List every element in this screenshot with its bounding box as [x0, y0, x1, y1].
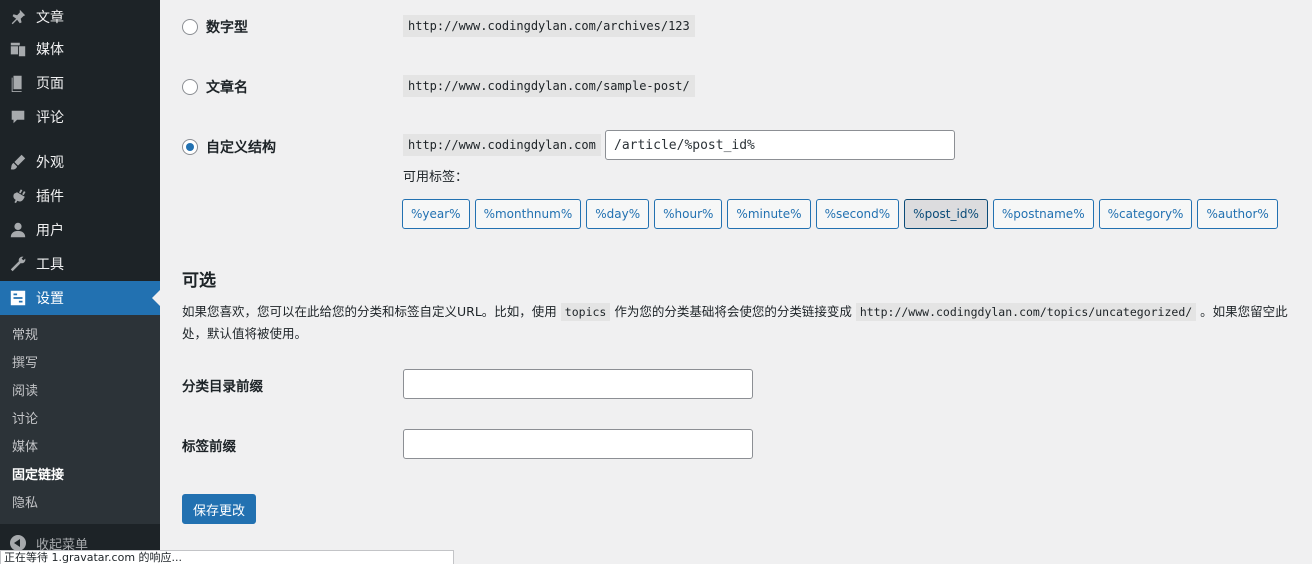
tag-button-post-id[interactable]: %post_id%: [904, 199, 988, 229]
option-custom-label: 自定义结构: [206, 140, 276, 156]
tag-base-label: 标签前缀: [182, 439, 236, 455]
desc-text-3: 。如果您留空此: [1200, 304, 1288, 319]
desc-code-url: http://www.codingdylan.com/topics/uncate…: [855, 303, 1197, 321]
brush-icon: [8, 152, 28, 172]
radio-numeric[interactable]: [182, 19, 198, 35]
option-numeric-label: 数字型: [206, 20, 248, 36]
sidebar-item-label: 插件: [36, 189, 64, 205]
media-icon: [8, 39, 28, 59]
settings-submenu: 常规 撰写 阅读 讨论 媒体 固定链接 隐私: [0, 315, 160, 524]
radio-custom[interactable]: [182, 139, 198, 155]
sidebar-item-appearance[interactable]: 外观: [0, 145, 160, 179]
optional-section-title: 可选: [182, 271, 216, 291]
tag-button-category[interactable]: %category%: [1098, 199, 1193, 229]
desc-text-2: 作为您的分类基础将会使您的分类链接变成: [614, 304, 852, 319]
custom-structure-input[interactable]: [605, 130, 955, 160]
page-icon: [8, 73, 28, 93]
tag-button-year[interactable]: %year%: [402, 199, 470, 229]
sidebar-item-pages[interactable]: 页面: [0, 66, 160, 100]
submenu-item-reading[interactable]: 阅读: [12, 382, 38, 402]
sidebar-item-label: 文章: [36, 10, 64, 26]
tag-button-author[interactable]: %author%: [1197, 199, 1278, 229]
sidebar-item-tools[interactable]: 工具: [0, 247, 160, 281]
option-numeric[interactable]: 数字型: [182, 17, 248, 37]
submenu-item-writing[interactable]: 撰写: [12, 354, 38, 374]
submenu-item-privacy[interactable]: 隐私: [12, 494, 38, 514]
desc-text-1: 如果您喜欢，您可以在此给您的分类和标签自定义URL。比如，使用: [182, 304, 557, 319]
option-postname-label: 文章名: [206, 80, 248, 96]
settings-icon: [8, 288, 28, 308]
example-url-numeric: http://www.codingdylan.com/archives/123: [403, 15, 695, 37]
available-tags: %year% %monthnum% %day% %hour% %minute% …: [402, 199, 1278, 229]
custom-base-url: http://www.codingdylan.com: [403, 134, 601, 156]
radio-postname[interactable]: [182, 79, 198, 95]
pin-icon: [8, 7, 28, 27]
sidebar-item-settings[interactable]: 设置: [0, 281, 160, 315]
sidebar-item-media[interactable]: 媒体: [0, 32, 160, 66]
sidebar-item-comments[interactable]: 评论: [0, 100, 160, 134]
sidebar-item-label: 评论: [36, 110, 64, 126]
submenu-item-permalinks[interactable]: 固定链接: [12, 466, 64, 486]
submenu-item-general[interactable]: 常规: [12, 326, 38, 346]
available-tags-label: 可用标签：: [403, 170, 469, 185]
wrench-icon: [8, 254, 28, 274]
desc-code-topics: topics: [560, 303, 611, 321]
collapse-icon: [10, 535, 26, 551]
sidebar-item-posts[interactable]: 文章: [0, 0, 160, 34]
optional-description-line2: 处，默认值将被使用。: [182, 326, 308, 341]
user-icon: [8, 220, 28, 240]
comment-icon: [8, 107, 28, 127]
plugin-icon: [8, 186, 28, 206]
sidebar-item-label: 媒体: [36, 42, 64, 58]
sidebar-item-label: 页面: [36, 76, 64, 92]
tag-button-hour[interactable]: %hour%: [654, 199, 723, 229]
option-postname[interactable]: 文章名: [182, 77, 248, 97]
browser-status-bar: 正在等待 1.gravatar.com 的响应...: [0, 550, 454, 564]
admin-sidebar: 文章 媒体 页面 评论 外观 插件 用户 工具 设置 常规 撰写 阅读 讨论 媒…: [0, 0, 160, 564]
tag-button-monthnum[interactable]: %monthnum%: [474, 199, 582, 229]
tag-base-input[interactable]: [403, 429, 753, 459]
tag-button-postname[interactable]: %postname%: [992, 199, 1094, 229]
optional-description: 如果您喜欢，您可以在此给您的分类和标签自定义URL。比如，使用 topics 作…: [182, 301, 1312, 323]
sidebar-item-users[interactable]: 用户: [0, 213, 160, 247]
tag-button-second[interactable]: %second%: [815, 199, 900, 229]
sidebar-item-label: 设置: [36, 291, 64, 307]
category-base-input[interactable]: [403, 369, 753, 399]
submenu-item-media[interactable]: 媒体: [12, 438, 38, 458]
tag-button-minute[interactable]: %minute%: [727, 199, 811, 229]
option-custom[interactable]: 自定义结构: [182, 137, 276, 157]
sidebar-item-label: 外观: [36, 155, 64, 171]
category-base-label: 分类目录前缀: [182, 379, 263, 395]
sidebar-item-plugins[interactable]: 插件: [0, 179, 160, 213]
sidebar-item-label: 工具: [36, 257, 64, 273]
sidebar-item-label: 用户: [36, 223, 64, 239]
tag-button-day[interactable]: %day%: [586, 199, 650, 229]
save-changes-button[interactable]: 保存更改: [182, 494, 257, 524]
submenu-item-discussion[interactable]: 讨论: [12, 410, 38, 430]
example-url-postname: http://www.codingdylan.com/sample-post/: [403, 75, 695, 97]
